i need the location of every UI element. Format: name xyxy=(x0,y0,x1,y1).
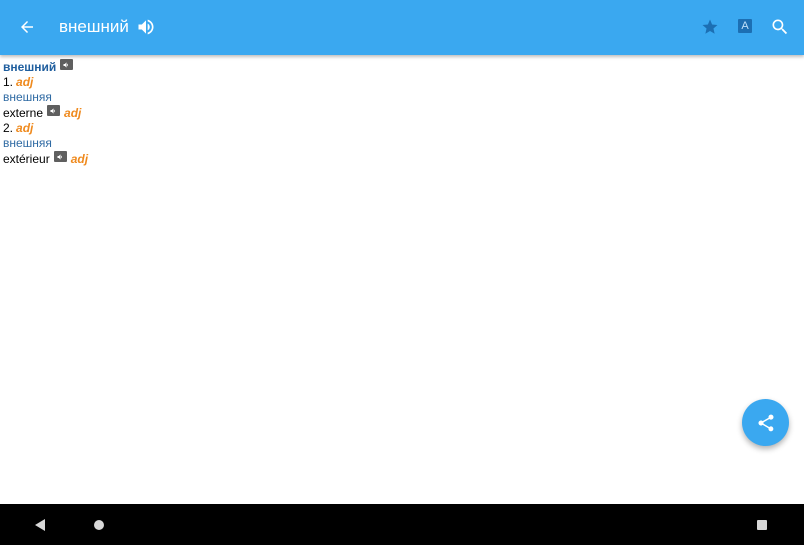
search-button[interactable] xyxy=(766,13,794,41)
russian-form: внешняя xyxy=(3,90,52,104)
speaker-icon[interactable] xyxy=(53,151,67,162)
page-title: внешний xyxy=(59,17,129,36)
translation: externe xyxy=(3,106,44,120)
arrow-back-icon xyxy=(21,21,33,33)
nav-home-button[interactable] xyxy=(90,516,108,534)
sense-header: 1. adj xyxy=(3,75,793,90)
headword: внешний xyxy=(3,60,57,74)
russian-form: внешняя xyxy=(3,136,52,150)
nav-home-icon xyxy=(94,520,104,530)
sense-header: 2. adj xyxy=(3,121,793,136)
favorite-button[interactable] xyxy=(697,14,723,40)
system-navigation-bar xyxy=(0,504,804,545)
speak-button[interactable] xyxy=(134,14,158,40)
nav-recents-icon xyxy=(757,520,767,530)
part-of-speech: adj xyxy=(16,121,34,135)
search-icon xyxy=(772,19,788,35)
sense-number: 2. xyxy=(3,121,14,135)
nav-back-button[interactable] xyxy=(30,516,50,534)
back-button[interactable] xyxy=(12,12,42,42)
translation-line: extérieur adj xyxy=(3,151,793,167)
translation-part-of-speech: adj xyxy=(70,152,89,166)
translation-line: externe adj xyxy=(3,105,793,121)
nav-recents-button[interactable] xyxy=(753,516,771,534)
speaker-icon[interactable] xyxy=(60,59,74,70)
speaker-icon[interactable] xyxy=(47,105,61,116)
translation: extérieur xyxy=(3,152,50,166)
part-of-speech: adj xyxy=(16,75,34,89)
russian-form-line: внешняя xyxy=(3,90,793,105)
headword-line: внешний xyxy=(3,59,793,75)
star-icon xyxy=(702,19,718,34)
sense-number: 1. xyxy=(3,75,14,89)
app-bar: внешний A xyxy=(0,0,804,55)
share-button[interactable] xyxy=(742,399,789,446)
share-icon xyxy=(758,414,773,431)
font-size-icon: A xyxy=(738,19,752,33)
volume-icon xyxy=(138,19,154,35)
nav-back-icon xyxy=(35,519,45,531)
dictionary-entry: внешний 1. adj внешняя externe adj 2. ad… xyxy=(3,59,793,167)
russian-form-line: внешняя xyxy=(3,136,793,151)
translation-part-of-speech: adj xyxy=(64,106,82,120)
font-size-button[interactable]: A xyxy=(734,15,756,37)
